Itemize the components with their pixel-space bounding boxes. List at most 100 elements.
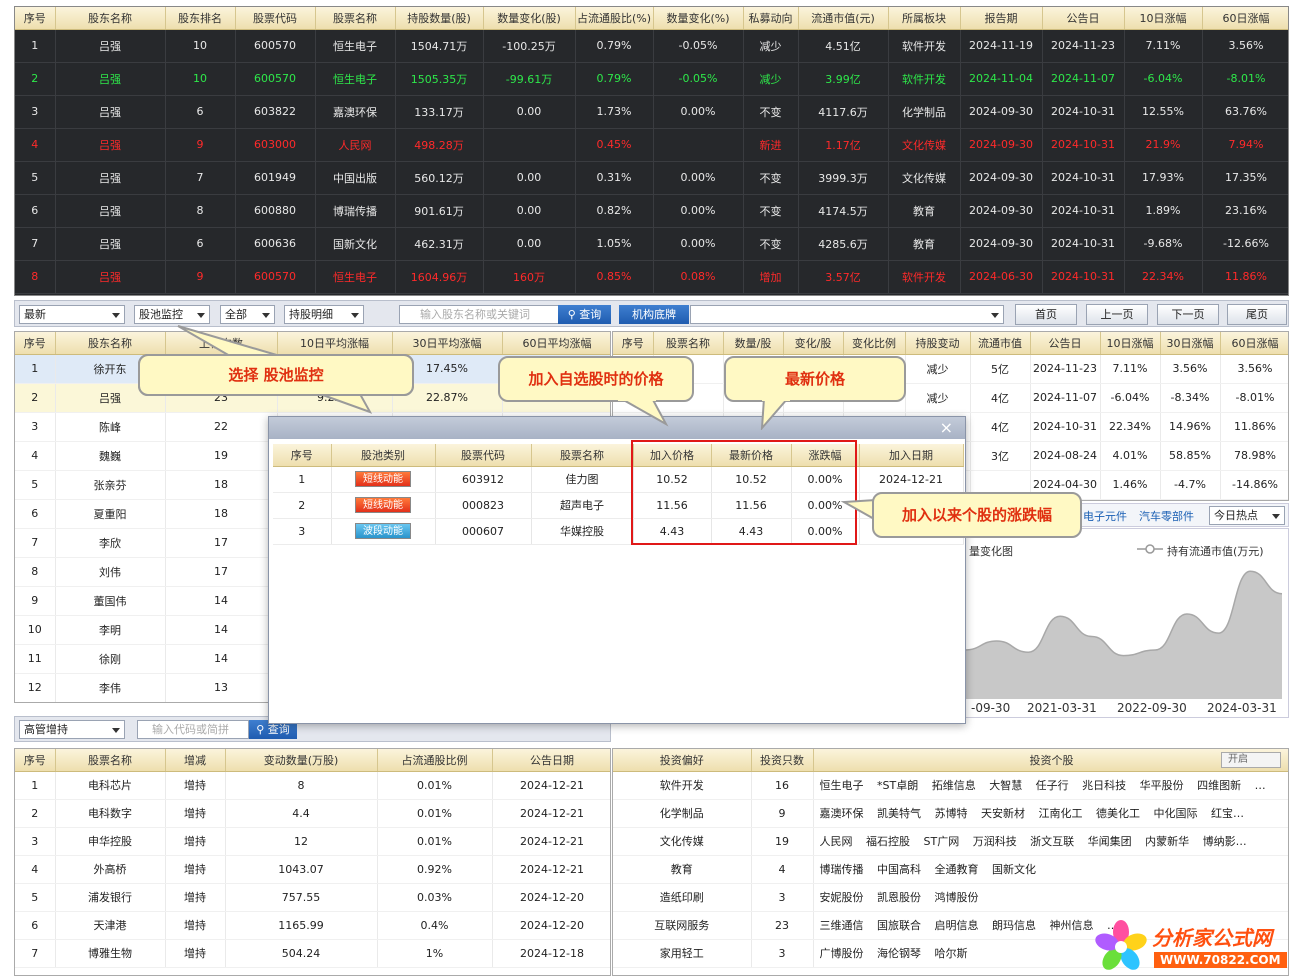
- holder-search-input[interactable]: 输入股东名称或关键词: [399, 305, 559, 324]
- column-header[interactable]: 股票名称: [315, 7, 396, 30]
- column-header[interactable]: 占流通股比例: [377, 749, 493, 772]
- code-search-input[interactable]: 输入代码或简拼: [137, 720, 249, 739]
- column-header[interactable]: 投资个股: [813, 749, 1288, 772]
- column-header[interactable]: 序号: [15, 332, 56, 355]
- column-header[interactable]: 股票代码: [235, 7, 316, 30]
- table-cell: 603822: [235, 95, 316, 129]
- table-row[interactable]: 2 吕强 10 600570 恒生电子 1505.35万 -99.61万 0.79% -0.05…: [15, 62, 1288, 96]
- table-row[interactable]: 减少 5亿 2024-11-23 7.11% 3.56% 3.56%: [613, 354, 1288, 384]
- table-row[interactable]: 6 天津港 增持 1165.99 0.4% 2024-12-20: [15, 911, 610, 940]
- hot-topic-select[interactable]: 今日热点: [1209, 506, 1285, 525]
- column-header[interactable]: 持股数量(股): [395, 7, 484, 30]
- table-cell: 23.16%: [1202, 194, 1288, 228]
- column-header[interactable]: 投资偏好: [613, 749, 752, 772]
- inst-select[interactable]: [690, 305, 1004, 324]
- column-header[interactable]: 变动数量(万股): [225, 749, 378, 772]
- column-header[interactable]: 流通市值: [970, 332, 1031, 355]
- table-row[interactable]: 4 吕强 9 603000 人民网 498.28万 0.45% 新进 1.17亿 文化传媒 2024…: [15, 128, 1288, 162]
- prev-page-button[interactable]: 上一页: [1086, 304, 1148, 325]
- column-header[interactable]: 公告日: [1030, 332, 1101, 355]
- table-cell: 外高桥: [55, 855, 166, 884]
- table-cell: 7: [15, 227, 56, 261]
- table-row[interactable]: 化学制品 9 嘉澳环保 凯美特气 苏博特 天安新材 江南化工 德美化工 中化国际 红…: [613, 799, 1288, 828]
- table-cell: 增加: [743, 260, 799, 294]
- column-header[interactable]: 60日涨幅: [1202, 7, 1288, 30]
- table-cell: 9: [751, 799, 814, 828]
- column-header[interactable]: 股票代码: [435, 444, 532, 467]
- table-row[interactable]: 1 短线动能 603912 佳力图 10.52 10.52 0.00% 2024-12-21: [273, 466, 964, 493]
- table-row[interactable]: 教育 4 博瑞传播 中国高科 全通教育 国新文化: [613, 855, 1288, 884]
- table-row[interactable]: 5 吕强 7 601949 中国出版 560.12万 0.00 0.31% 0.00% 不变 399…: [15, 161, 1288, 195]
- column-header[interactable]: 公告日期: [492, 749, 610, 772]
- column-header[interactable]: 占流通股比(%): [575, 7, 654, 30]
- table-row[interactable]: 减少 4亿 2024-11-07 -6.04% -8.34% -8.01%: [613, 383, 1288, 413]
- period-select[interactable]: 最新: [19, 305, 125, 324]
- column-header[interactable]: 序号: [15, 749, 56, 772]
- search-button[interactable]: ⚲ 查询: [558, 305, 611, 324]
- table-row[interactable]: 造纸印刷 3 安妮股份 凯恩股份 鸿博股份: [613, 883, 1288, 912]
- column-header[interactable]: 变化/股: [783, 332, 844, 355]
- column-header[interactable]: 股东排名: [165, 7, 236, 30]
- inst-card-button[interactable]: 机构底牌: [619, 305, 689, 324]
- table-cell: 7: [165, 161, 236, 195]
- column-header[interactable]: 持股变动: [905, 332, 971, 355]
- table-row[interactable]: 文化传媒 19 人民网 福石控股 ST广网 万润科技 浙文互联 华闻集团 内蒙新华 …: [613, 827, 1288, 856]
- table-cell: 李伟: [55, 673, 166, 702]
- table-row[interactable]: 7 吕强 6 600636 国新文化 462.31万 0.00 1.05% 0.00% 不变 428…: [15, 227, 1288, 261]
- table-row[interactable]: 8 吕强 9 600570 恒生电子 1604.96万 160万 0.85% 0.08% 增加 3.…: [15, 260, 1288, 294]
- column-header[interactable]: 流通市值(元): [798, 7, 889, 30]
- table-cell: 文化传媒: [613, 827, 752, 856]
- table-row[interactable]: 3 吕强 6 603822 嘉澳环保 133.17万 0.00 1.73% 0.00% 不变 411…: [15, 95, 1288, 129]
- column-header[interactable]: 报告期: [960, 7, 1043, 30]
- column-header[interactable]: 60日涨幅: [1220, 332, 1288, 355]
- chevron-down-icon: [112, 313, 120, 318]
- table-cell: 18: [165, 470, 278, 500]
- column-header[interactable]: 增减: [165, 749, 226, 772]
- table-cell: 22.34%: [1100, 412, 1161, 442]
- table-row[interactable]: 5 浦发银行 增持 757.55 0.03% 2024-12-20: [15, 883, 610, 912]
- table-row[interactable]: 3 申华控股 增持 12 0.01% 2024-12-21: [15, 827, 610, 856]
- column-header[interactable]: 数量/股: [723, 332, 784, 355]
- column-header[interactable]: 股票名称: [55, 749, 166, 772]
- tag-electronic-components[interactable]: 电子元件: [1083, 508, 1127, 524]
- table-row[interactable]: 6 吕强 8 600880 博瑞传播 901.61万 0.00 0.82% 0.00% 不变 417…: [15, 194, 1288, 228]
- column-header[interactable]: 所属板块: [888, 7, 961, 30]
- column-header[interactable]: 序号: [15, 7, 56, 30]
- table-row[interactable]: 7 博雅生物 增持 504.24 1% 2024-12-18: [15, 939, 610, 968]
- column-header[interactable]: 私募动向: [743, 7, 799, 30]
- toggle-switch[interactable]: 开启: [1221, 752, 1281, 768]
- column-header[interactable]: 10日涨幅: [1100, 332, 1161, 355]
- table-row[interactable]: 2 电科数字 增持 4.4 0.01% 2024-12-21: [15, 799, 610, 828]
- column-header[interactable]: 序号: [613, 332, 654, 355]
- table-row[interactable]: 软件开发 16 恒生电子 *ST卓朗 拓维信息 大智慧 任子行 兆日科技 华平股份 …: [613, 771, 1288, 800]
- column-header[interactable]: 公告日: [1042, 7, 1125, 30]
- column-header[interactable]: 数量变化(%): [653, 7, 744, 30]
- table-row[interactable]: 1 吕强 10 600570 恒生电子 1504.71万 -100.25万 0.79% -0.0…: [15, 29, 1288, 63]
- first-page-button[interactable]: 首页: [1015, 304, 1077, 325]
- column-header[interactable]: 股票名称: [531, 444, 634, 467]
- exec-type-select[interactable]: 高管增持: [19, 720, 125, 739]
- column-header[interactable]: 投资只数: [751, 749, 814, 772]
- column-header[interactable]: 股东名称: [55, 332, 166, 355]
- table-cell: 757.55: [225, 883, 378, 912]
- column-header[interactable]: 变化比例: [843, 332, 906, 355]
- column-header[interactable]: 序号: [273, 444, 332, 467]
- table-cell: 1%: [377, 939, 493, 968]
- table-cell: 11.86%: [1220, 412, 1288, 442]
- column-header[interactable]: 股票名称: [653, 332, 724, 355]
- column-header[interactable]: 30日平均涨幅: [392, 332, 503, 355]
- table-row[interactable]: 1 电科芯片 增持 8 0.01% 2024-12-21: [15, 771, 610, 800]
- column-header[interactable]: 股池类别: [331, 444, 436, 467]
- tag-auto-parts[interactable]: 汽车零部件: [1139, 508, 1194, 524]
- last-page-button[interactable]: 尾页: [1227, 304, 1287, 325]
- column-header[interactable]: 股东名称: [55, 7, 166, 30]
- column-header[interactable]: 数量变化(股): [483, 7, 576, 30]
- next-page-button[interactable]: 下一页: [1157, 304, 1219, 325]
- table-row[interactable]: 4 外高桥 增持 1043.07 0.92% 2024-12-21: [15, 855, 610, 884]
- column-header[interactable]: 加入日期: [859, 444, 964, 467]
- table-cell: 华媒控股: [531, 518, 634, 545]
- column-header[interactable]: 30日涨幅: [1160, 332, 1221, 355]
- column-header[interactable]: 10日涨幅: [1124, 7, 1203, 30]
- column-header[interactable]: 60日平均涨幅: [502, 332, 610, 355]
- close-icon[interactable]: ×: [940, 419, 953, 437]
